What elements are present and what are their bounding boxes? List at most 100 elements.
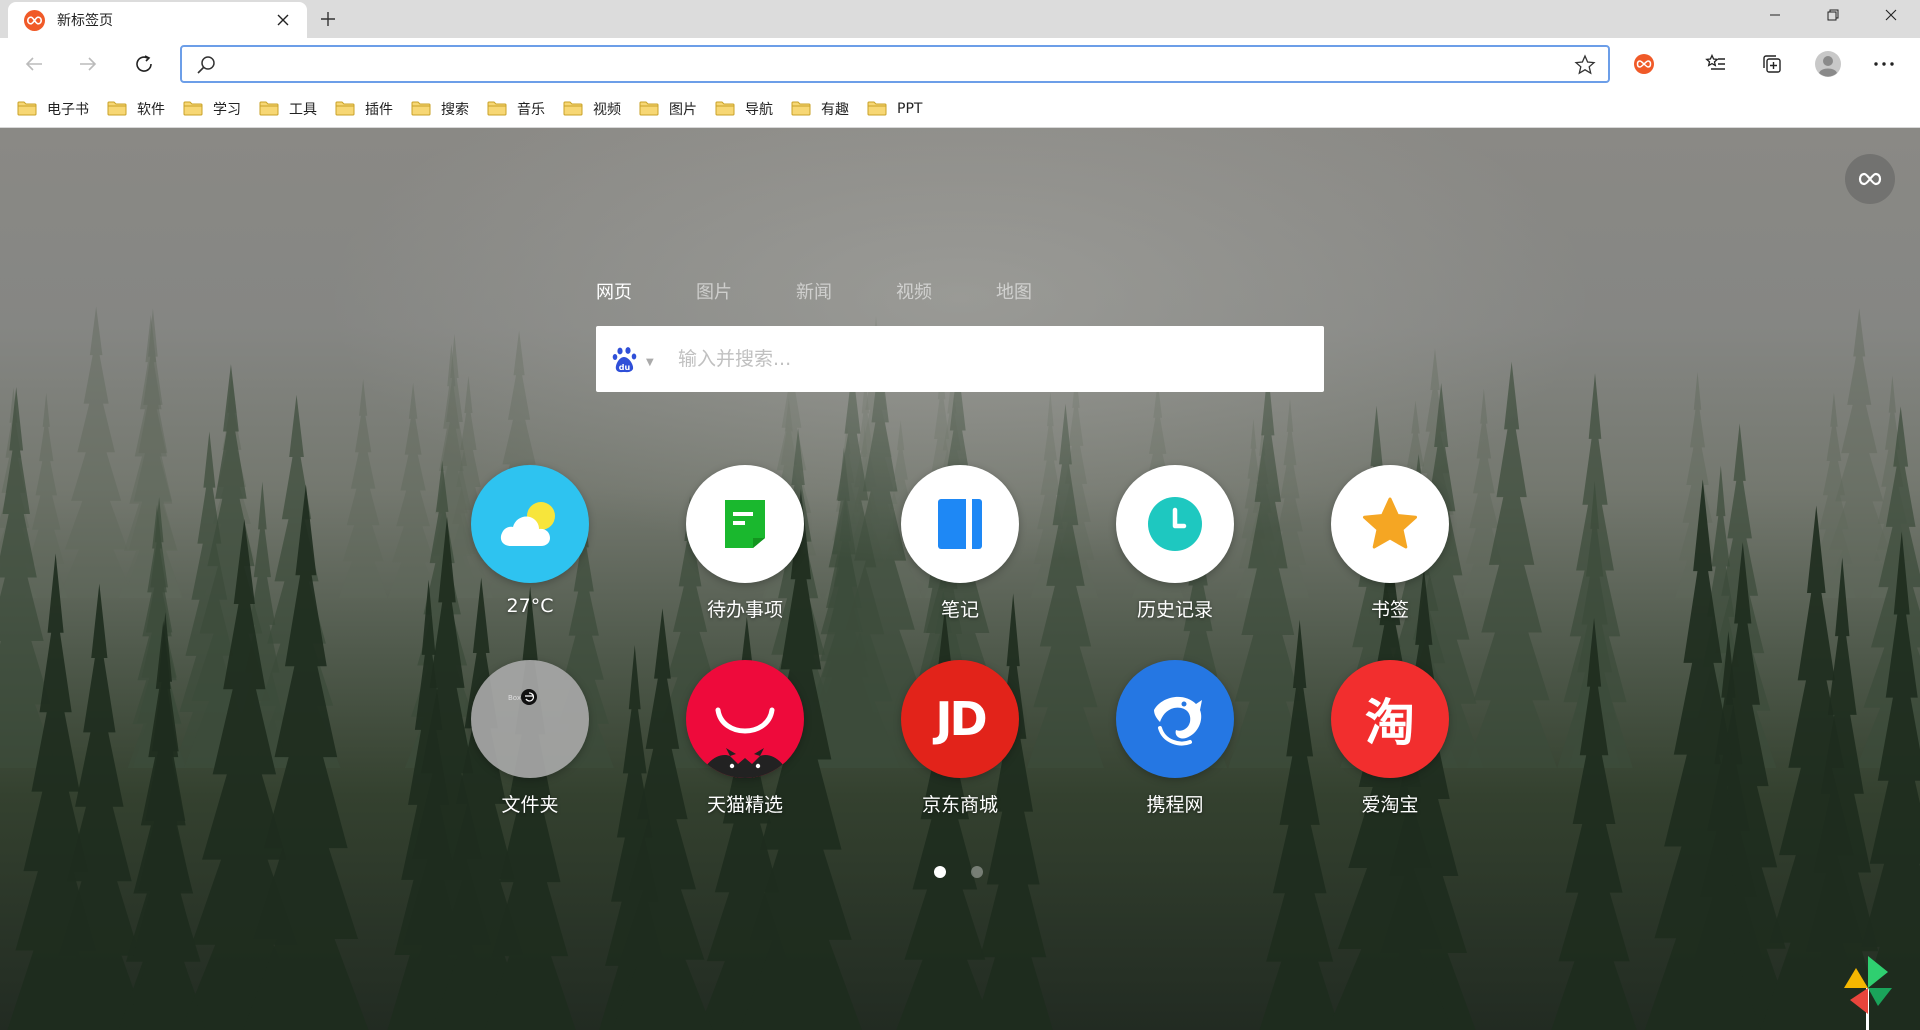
infinity-logo-button[interactable] [1845,154,1895,204]
bookmark-folder[interactable]: 搜索 [411,95,469,123]
extension-infinity-icon[interactable] [1628,48,1660,80]
tab-close-icon[interactable] [271,8,295,32]
pinwheel-icon[interactable] [1842,948,1894,1030]
search-tab[interactable]: 地图 [996,278,1096,304]
svg-text:du: du [619,363,631,372]
bookmark-label: 工具 [289,101,317,118]
notes-book-icon [901,465,1019,583]
taobao-icon: 淘 [1331,660,1449,778]
bookmark-folder[interactable]: PPT [867,95,922,123]
folder-icon [107,101,127,116]
bookmark-label: 学习 [213,101,241,118]
svg-text:Box: Box [508,694,521,702]
tab-new-tab[interactable]: 新标签页 [8,2,307,38]
bookmark-folder[interactable]: 图片 [639,95,697,123]
tile-label: 天猫精选 [706,794,783,816]
tile-ctrip[interactable]: 携程网 [1105,660,1245,817]
page-dot-2[interactable] [971,866,983,878]
folder-icon [867,101,887,116]
bookmark-folder[interactable]: 电子书 [17,95,89,123]
tile-label: 书签 [1370,599,1409,621]
tile-label: 爱淘宝 [1361,794,1419,816]
jd-icon: JD [901,660,1019,778]
tab-title: 新标签页 [57,13,113,29]
tile-label: 携程网 [1146,794,1204,816]
bookmark-folder[interactable]: 工具 [259,95,317,123]
folder-icon [17,101,37,116]
folder-icon [411,101,431,116]
bookmark-label: 搜索 [441,101,469,118]
folder-icon [791,101,811,116]
jd-logo-text: JD [935,692,987,746]
bookmark-label: 插件 [365,101,393,118]
bookmark-label: 导航 [745,101,773,118]
bookmark-folder[interactable]: 学习 [183,95,241,123]
browser-toolbar [0,38,1920,90]
folder-icon [487,101,507,116]
bookmark-label: 软件 [137,101,165,118]
close-icon[interactable] [1862,0,1920,30]
bookmark-label: 音乐 [517,101,545,118]
minimize-icon[interactable] [1746,0,1804,30]
folder-icon [639,101,659,116]
bookmark-label: 图片 [669,101,697,118]
bookmark-label: PPT [897,100,923,117]
reload-icon[interactable] [128,48,160,80]
tile-jd[interactable]: JD 京东商城 [890,660,1030,817]
new-tab-plus-icon[interactable] [316,7,340,31]
search-tab[interactable]: 新闻 [796,278,896,304]
tile-history[interactable]: 历史记录 [1105,465,1245,622]
profile-avatar-icon[interactable] [1812,48,1844,80]
back-icon[interactable] [18,48,50,80]
address-bar[interactable] [180,45,1610,83]
folder-icon [335,101,355,116]
ctrip-dolphin-icon [1116,660,1234,778]
favorites-list-icon[interactable] [1700,48,1732,80]
tile-folder[interactable]: Box 文件夹 [460,660,600,817]
tile-weather[interactable]: 27°C [460,465,600,617]
restore-icon[interactable] [1804,0,1862,30]
more-menu-icon[interactable] [1868,48,1900,80]
search-tab[interactable]: 图片 [696,278,796,304]
tile-label: 历史记录 [1136,599,1213,621]
bookmark-folder[interactable]: 音乐 [487,95,545,123]
bookmark-folder[interactable]: 有趣 [791,95,849,123]
search-icon [196,55,216,79]
bookmark-folder[interactable]: 插件 [335,95,393,123]
address-input[interactable] [226,51,1526,77]
bookmark-label: 电子书 [47,101,89,118]
tile-taobao[interactable]: 淘 爱淘宝 [1320,660,1460,817]
tile-label: 文件夹 [501,794,559,816]
tile-bookmarks[interactable]: 书签 [1320,465,1460,622]
tile-tmall[interactable]: 天猫精选 [675,660,815,817]
forward-icon[interactable] [72,48,104,80]
search-engine-selector[interactable]: du ▼ [612,346,654,378]
bookmark-folder[interactable]: 软件 [107,95,165,123]
weather-cloud-sun-icon [471,465,589,583]
bookmark-label: 有趣 [821,101,849,118]
tile-label: 笔记 [940,599,979,621]
bookmark-folder[interactable]: 视频 [563,95,621,123]
pagination-dots [934,866,1008,878]
folder-apps-icon: Box [471,660,589,778]
folder-icon [563,101,583,116]
folder-icon [183,101,203,116]
search-tab[interactable]: 视频 [896,278,996,304]
todo-note-icon [686,465,804,583]
tile-label: 待办事项 [706,599,783,621]
history-clock-icon [1116,465,1234,583]
tile-notes[interactable]: 笔记 [890,465,1030,622]
search-input[interactable] [678,340,1298,378]
chevron-down-icon: ▼ [646,356,654,368]
tile-label: 京东商城 [921,794,998,816]
bookmark-folder[interactable]: 导航 [715,95,773,123]
folder-icon [715,101,735,116]
tile-todo[interactable]: 待办事项 [675,465,815,622]
favorite-star-icon[interactable] [1574,54,1596,80]
tmall-icon [686,660,804,778]
search-box: du ▼ [596,326,1324,392]
bookmarks-bar: 电子书 软件 学习 工具 插件 搜索 音乐 视频 图片 导航 有趣 PPT [0,90,1920,128]
search-tab[interactable]: 网页 [596,278,696,304]
page-dot-1[interactable] [934,866,946,878]
collections-icon[interactable] [1756,48,1788,80]
